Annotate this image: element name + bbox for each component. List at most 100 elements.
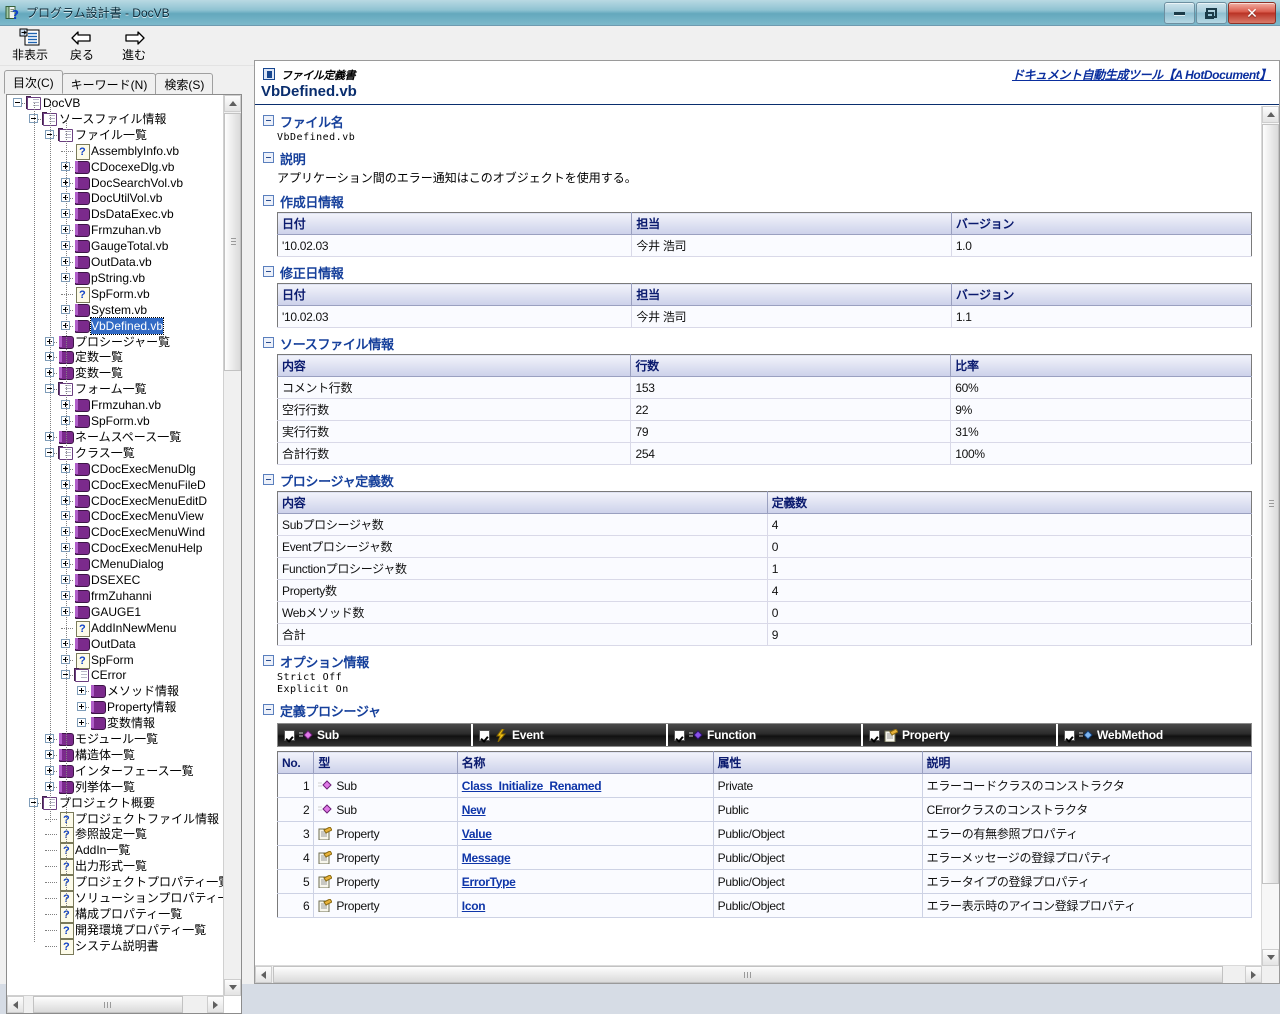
checkbox-property[interactable] [869,729,880,741]
tab-search[interactable]: 検索(S) [155,73,214,94]
tree-node[interactable]: ネームスペース一覧 [7,429,226,445]
tree-node[interactable]: ソリューションプロパティ一覧 [7,890,226,907]
tree-toggle-plus-icon[interactable] [77,718,86,728]
tree-scroll-left-button[interactable] [7,996,24,1013]
tree-node[interactable]: 定数一覧 [7,349,226,365]
collapse-toggle-icon[interactable] [263,115,274,126]
collapse-toggle-icon[interactable] [263,195,274,206]
tree-horizontal-scroll-thumb[interactable] [33,996,183,1013]
procedure-link[interactable]: Value [462,827,492,841]
checkbox-sub[interactable] [284,729,295,741]
collapse-toggle-icon[interactable] [263,266,274,277]
procedure-link[interactable]: Class_Initialize_Renamed [462,779,602,793]
tree-node[interactable]: Frmzuhan.vb [7,222,226,238]
tree-toggle-minus-icon[interactable] [13,98,22,107]
tree-node[interactable]: CDocExecMenuHelp [7,540,226,556]
tree-node[interactable]: VbDefined.vb [7,316,226,335]
collapse-toggle-icon[interactable] [263,474,274,485]
tree-node[interactable]: frmZuhanni [7,588,226,604]
tree-node[interactable]: CDocExecMenuFileD [7,477,226,493]
tree-scroll-down-button[interactable] [224,979,241,996]
doc-scroll-left-button[interactable] [255,966,272,983]
tree-node[interactable]: OutData [7,636,226,652]
tree-node[interactable]: SpForm [7,652,226,669]
tree-node[interactable]: DocVB [7,95,226,111]
filter-tab-sub[interactable]: Sub [278,724,473,746]
filter-tab-webmethod[interactable]: WebMethod [1058,724,1251,746]
doc-scroll-up-button[interactable] [1262,106,1279,123]
filter-tab-function[interactable]: Function [668,724,863,746]
procedure-link[interactable]: Icon [462,899,486,913]
document-vertical-scroll-thumb[interactable] [1262,124,1279,884]
tree-node[interactable]: プロジェクト概要 [7,795,226,811]
tree-node[interactable]: メソッド情報 [7,683,226,699]
checkbox-webmethod[interactable] [1064,729,1075,741]
doc-scroll-right-button[interactable] [1245,966,1262,983]
tree-node[interactable]: SpForm.vb [7,413,226,429]
tree-node[interactable]: 列挙体一覧 [7,779,226,795]
restore-button[interactable] [1196,2,1227,24]
tree-node[interactable]: クラス一覧 [7,445,226,461]
tree-node[interactable]: Frmzuhan.vb [7,397,226,413]
tree-node[interactable]: 変数情報 [7,715,226,731]
checkbox-event[interactable] [479,729,490,741]
tree-node[interactable]: インターフェース一覧 [7,763,226,779]
tree-node[interactable]: プロジェクトプロパティ一覧 [7,874,226,892]
tree-node[interactable]: モジュール一覧 [7,731,226,747]
collapse-toggle-icon[interactable] [263,655,274,666]
tree-node[interactable]: DsDataExec.vb [7,206,226,222]
tree-node[interactable]: DocSearchVol.vb [7,175,226,191]
tree-node[interactable]: Property情報 [7,699,226,715]
tree-node[interactable]: CDocExecMenuDlg [7,461,226,477]
tree-node[interactable]: AddInNewMenu [7,620,226,637]
tree-node[interactable]: フォーム一覧 [7,381,226,397]
tab-contents[interactable]: 目次(C) [4,70,63,94]
tree-node[interactable]: 参照設定一覧 [7,826,226,844]
minimize-button[interactable] [1164,2,1195,24]
checkbox-function[interactable] [674,729,685,741]
document-horizontal-scrollbar[interactable] [255,965,1262,983]
forward-button[interactable]: 進む [108,26,160,64]
tree-node[interactable]: GaugeTotal.vb [7,238,226,254]
filter-tab-event[interactable]: Event [473,724,668,746]
collapse-toggle-icon[interactable] [263,704,274,715]
tree-toggle-plus-icon[interactable] [77,702,86,712]
filter-tab-property[interactable]: Property [863,724,1058,746]
tree-node[interactable]: System.vb [7,302,226,318]
tree-toggle-plus-icon[interactable] [77,686,86,696]
document-horizontal-scroll-thumb[interactable] [273,966,1223,983]
tree-vertical-scrollbar[interactable] [223,95,241,996]
tree-vertical-scroll-thumb[interactable] [224,113,241,371]
tree-node[interactable]: DocUtilVol.vb [7,190,226,206]
hotdocument-brand-link[interactable]: ドキュメント自動生成ツール【A HotDocument】 [1012,66,1271,83]
hide-pane-button[interactable]: 非表示 [4,26,56,64]
tree-scroll-up-button[interactable] [224,95,241,112]
procedure-link[interactable]: New [462,803,486,817]
tab-keyword[interactable]: キーワード(N) [61,73,157,94]
back-button[interactable]: 戻る [56,26,108,64]
tree-node[interactable]: プロシージャー覧 [7,334,226,350]
tree-node[interactable]: AssemblyInfo.vb [7,143,226,160]
tree-node[interactable]: CDocExecMenuEditD [7,493,226,509]
tree-node[interactable]: 変数一覧 [7,365,226,381]
tree-node[interactable]: 開発環境プロパティ一覧 [7,922,226,939]
tree-node[interactable]: システム説明書 [7,938,226,955]
tree-node[interactable]: SpForm.vb [7,286,226,303]
tree-node[interactable]: 構成プロパティ一覧 [7,906,226,923]
tree-node[interactable]: CDocExecMenuView [7,508,226,524]
procedure-link[interactable]: ErrorType [462,875,516,889]
tree-horizontal-scrollbar[interactable] [7,995,224,1013]
document-vertical-scrollbar[interactable] [1261,106,1279,966]
tree-node[interactable]: AddIn一覧 [7,842,226,860]
tree-node[interactable]: CDocExecMenuWind [7,524,226,540]
tree-node[interactable]: プロジェクトファイル情報 [7,811,226,828]
tree-node[interactable]: CDocexeDlg.vb [7,159,226,175]
doc-scroll-down-button[interactable] [1262,949,1279,966]
tree-node[interactable]: OutData.vb [7,254,226,270]
tree-node[interactable]: ファイル一覧 [7,127,226,143]
collapse-toggle-icon[interactable] [263,152,274,163]
tree-node[interactable]: pString.vb [7,270,226,286]
tree-node[interactable]: CMenuDialog [7,556,226,572]
contents-tree[interactable]: DocVBソースファイル情報ファイル一覧AssemblyInfo.vbCDoce… [7,95,226,957]
collapse-toggle-icon[interactable] [263,337,274,348]
